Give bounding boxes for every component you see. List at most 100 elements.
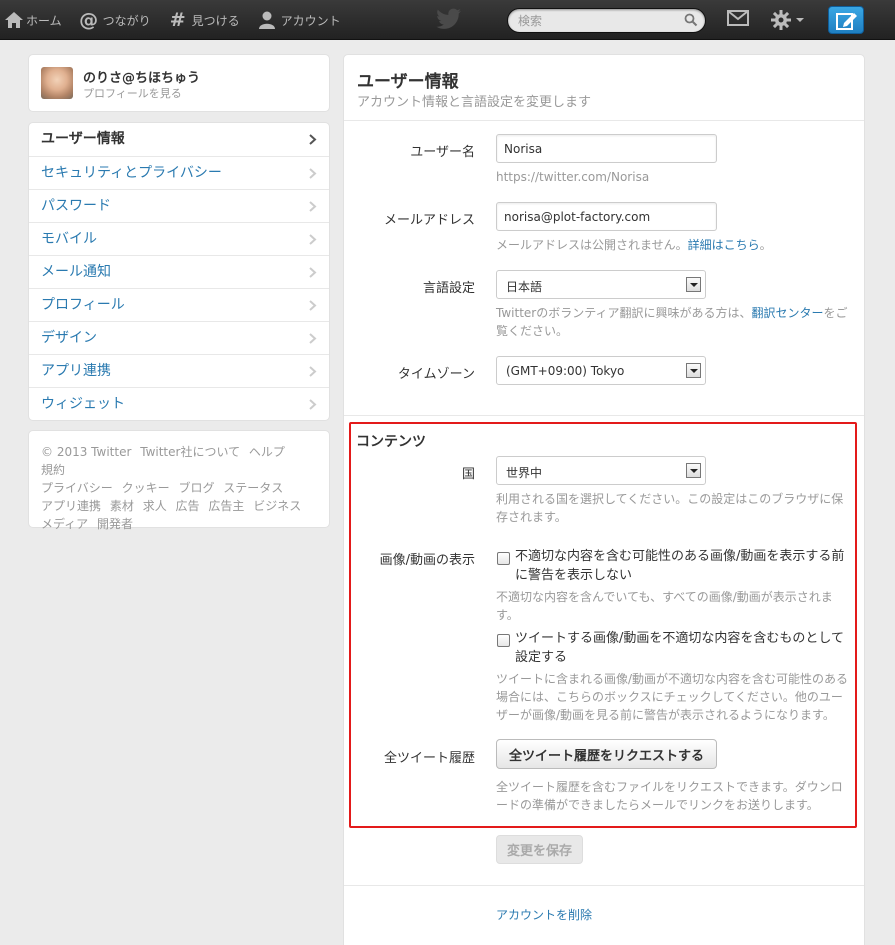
menu-item-widgets[interactable]: ウィジェット — [29, 387, 329, 420]
email-details-link[interactable]: 詳細はこちら — [688, 238, 760, 252]
country-label: 国 — [461, 467, 475, 482]
content-section-title: コンテンツ — [356, 434, 426, 450]
email-field[interactable] — [496, 202, 717, 231]
menu-item-password[interactable]: パスワード — [29, 189, 329, 222]
tweet-archive-label: 全ツイート履歴 — [383, 751, 475, 766]
country-help: 利用される国を選択してください。この設定はこのブラウザに保存されます。 — [496, 492, 844, 524]
language-select-value: 日本語 — [506, 280, 543, 294]
top-navigation-bar: ホーム @ つながり # 見つける アカウント — [0, 0, 895, 40]
footer-links: © 2013 Twitter Twitter社について ヘルプ 規約 プライバシ… — [41, 443, 317, 533]
view-profile-link[interactable]: プロフィールを見る — [83, 85, 182, 101]
request-archive-button[interactable]: 全ツイート履歴をリクエストする — [496, 739, 718, 769]
home-icon — [4, 10, 24, 30]
chevron-right-icon — [309, 168, 317, 179]
footer-link[interactable]: ブログ — [178, 481, 214, 495]
menu-item-mobile[interactable]: モバイル — [29, 222, 329, 255]
footer-link[interactable]: Twitter社について — [140, 445, 240, 459]
mark-media-sensitive-checkbox[interactable] — [497, 634, 510, 647]
nav-group: ホーム @ つながり # 見つける アカウント — [0, 0, 350, 40]
menu-item-profile[interactable]: プロフィール — [29, 288, 329, 321]
menu-item-email-notifications[interactable]: メール通知 — [29, 255, 329, 288]
language-label: 言語設定 — [422, 281, 475, 296]
footer-link[interactable]: メディア — [41, 517, 88, 531]
translation-center-link[interactable]: 翻訳センター — [752, 306, 824, 320]
menu-item-apps[interactable]: アプリ連携 — [29, 354, 329, 387]
country-select[interactable]: 世界中 — [496, 456, 706, 485]
menu-item-label: モバイル — [41, 231, 97, 247]
nav-discover-label: 見つける — [191, 13, 240, 28]
page-subtitle: アカウント情報と言語設定を変更します — [357, 95, 592, 110]
search-input[interactable] — [518, 13, 678, 29]
footer-link[interactable]: アプリ連携 — [41, 499, 101, 513]
timezone-label: タイムゾーン — [397, 367, 475, 382]
nav-account[interactable]: アカウント — [249, 0, 350, 40]
username-url: https://twitter.com/Norisa — [496, 170, 650, 184]
chevron-right-icon — [309, 201, 317, 212]
menu-item-label: パスワード — [41, 198, 111, 214]
menu-item-label: ウィジェット — [41, 396, 125, 412]
nav-home-label: ホーム — [26, 13, 62, 28]
menu-item-label: アプリ連携 — [41, 363, 111, 379]
menu-item-label: デザイン — [41, 330, 97, 346]
country-select-value: 世界中 — [506, 466, 543, 480]
compose-tweet-button[interactable] — [828, 6, 864, 34]
mark-media-sensitive-option[interactable]: ツイートする画像/動画を不適切な内容を含むものとして設定する — [515, 629, 855, 667]
footer-link[interactable]: ステータス — [223, 481, 283, 495]
timezone-select[interactable]: (GMT+09:00) Tokyo — [496, 356, 706, 385]
menu-item-design[interactable]: デザイン — [29, 321, 329, 354]
profile-card[interactable]: のりさ@ちほちゅう プロフィールを見る — [28, 54, 330, 112]
chevron-right-icon — [309, 267, 317, 278]
delete-account-link[interactable]: アカウントを削除 — [496, 906, 592, 923]
chevron-right-icon — [309, 366, 317, 377]
dropdown-arrow-icon[interactable] — [686, 463, 701, 478]
search-icon[interactable] — [684, 13, 698, 27]
mark-media-sensitive-help: ツイートに含まれる画像/動画が不適切な内容を含む可能性のある場合には、こちらのボ… — [496, 672, 849, 722]
chevron-down-icon[interactable] — [796, 18, 804, 22]
chevron-right-icon — [309, 134, 317, 145]
footer-link[interactable]: ビジネス — [253, 499, 301, 513]
menu-item-security[interactable]: セキュリティとプライバシー — [29, 156, 329, 189]
email-label: メールアドレス — [383, 213, 475, 228]
section-divider — [344, 415, 864, 416]
compose-icon — [836, 13, 857, 30]
footer-link[interactable]: 広告 — [176, 499, 200, 513]
footer-copyright: © 2013 Twitter — [41, 445, 132, 459]
chevron-right-icon — [309, 333, 317, 344]
media-warning-help: 不適切な内容を含んでいても、すべての画像/動画が表示されます。 — [496, 590, 833, 622]
avatar[interactable] — [41, 67, 73, 99]
at-icon: @ — [79, 9, 99, 31]
username-field[interactable] — [496, 134, 717, 163]
media-warning-checkbox[interactable] — [497, 552, 510, 565]
nav-connect-label: つながり — [102, 13, 151, 28]
footer-link[interactable]: 求人 — [143, 499, 167, 513]
footer-link[interactable]: クッキー — [122, 481, 170, 495]
nav-connect[interactable]: @ つながり — [71, 0, 160, 40]
panel-header: ユーザー情報 アカウント情報と言語設定を変更します — [344, 55, 864, 121]
dropdown-arrow-icon[interactable] — [686, 277, 701, 292]
footer-link[interactable]: 素材 — [110, 499, 134, 513]
footer-link[interactable]: プライバシー — [41, 481, 113, 495]
footer-link[interactable]: ヘルプ — [249, 445, 285, 459]
chevron-right-icon — [309, 234, 317, 245]
nav-discover[interactable]: # 見つける — [160, 0, 249, 40]
chevron-right-icon — [309, 399, 317, 410]
gear-icon[interactable] — [770, 9, 792, 31]
menu-item-account[interactable]: ユーザー情報 — [29, 123, 329, 156]
nav-account-label: アカウント — [280, 13, 341, 28]
save-changes-button[interactable]: 変更を保存 — [496, 835, 584, 864]
email-help: メールアドレスは公開されません。詳細はこちら。 — [496, 236, 851, 254]
footer-link[interactable]: 規約 — [41, 463, 65, 477]
chevron-right-icon — [309, 300, 317, 311]
email-help-text: メールアドレスは公開されません。 — [496, 238, 688, 252]
footer-link[interactable]: 広告主 — [208, 499, 244, 513]
dropdown-arrow-icon[interactable] — [686, 363, 701, 378]
media-label: 画像/動画の表示 — [379, 553, 475, 568]
language-select[interactable]: 日本語 — [496, 270, 706, 299]
media-warning-option[interactable]: 不適切な内容を含む可能性のある画像/動画を表示する前に警告を表示しない — [515, 547, 855, 585]
menu-item-label: セキュリティとプライバシー — [41, 165, 222, 181]
menu-item-label: メール通知 — [41, 264, 111, 280]
footer-link[interactable]: 開発者 — [97, 517, 133, 531]
mail-icon[interactable] — [727, 9, 749, 27]
search-box[interactable] — [507, 8, 706, 33]
nav-home[interactable]: ホーム — [0, 0, 71, 40]
